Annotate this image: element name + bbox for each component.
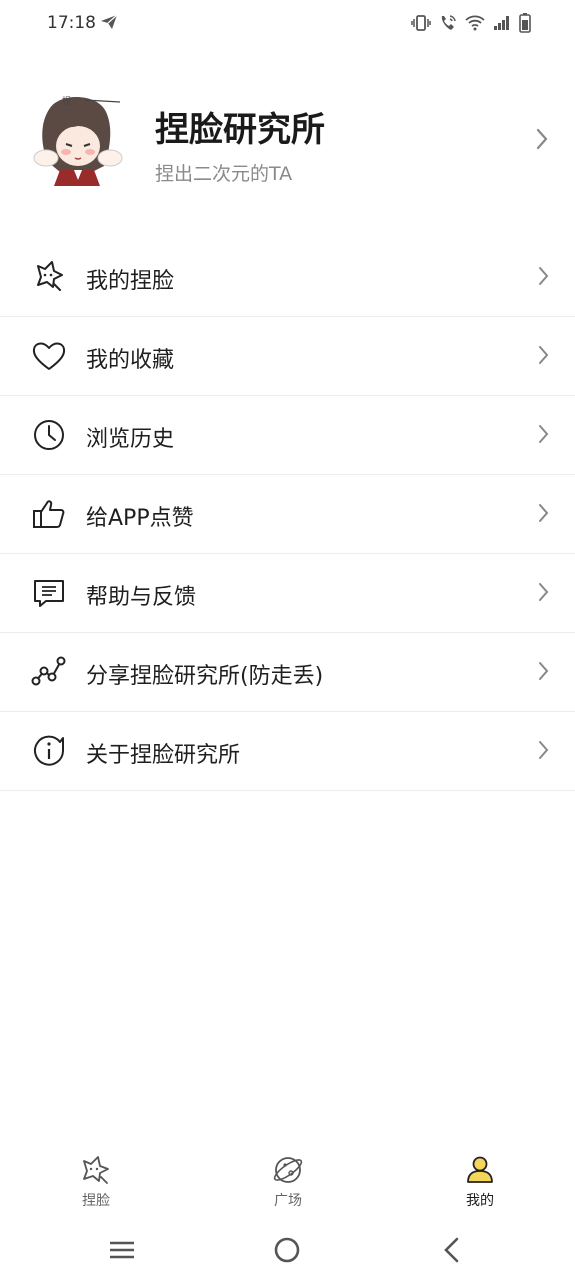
chevron-right-icon [537,266,549,290]
bottom-nav: 捏脸 广场 我的 [0,1148,575,1218]
battery-icon [519,13,531,33]
menu-item-label: 分享捏脸研究所(防走丢) [86,664,324,689]
menu-item-label: 浏览历史 [86,427,175,452]
status-icons [411,13,531,33]
heart-icon [30,337,68,375]
menu-item-favorites[interactable]: 我的收藏 [0,317,575,396]
status-time: 17:18 [47,13,96,33]
star-face-icon [36,1154,156,1186]
thumbs-up-icon [30,495,68,533]
chevron-right-icon [537,503,549,527]
profile-header[interactable]: 捏 捏脸研究所 捏出二次元的TA [0,80,575,205]
info-icon [30,732,68,770]
tab-label: 广场 [274,1193,302,1209]
chevron-right-icon [537,661,549,685]
clock-icon [30,416,68,454]
menu-item-label: 我的捏脸 [86,269,175,294]
avatar[interactable]: 捏 [30,88,125,188]
tab-label: 捏脸 [82,1193,110,1209]
menu-item-my-faces[interactable]: 我的捏脸 [0,238,575,317]
home-icon[interactable] [273,1236,301,1268]
menu-item-share[interactable]: 分享捏脸研究所(防走丢) [0,633,575,712]
menu-item-label: 给APP点赞 [86,506,194,531]
tab-faces[interactable]: 捏脸 [36,1148,156,1210]
menu-item-label: 帮助与反馈 [86,585,197,610]
chevron-right-icon [537,345,549,369]
avatar-caption: 捏 [62,95,71,107]
signal-icon [493,15,511,31]
menu-item-history[interactable]: 浏览历史 [0,396,575,475]
menu-item-feedback[interactable]: 帮助与反馈 [0,554,575,633]
share-icon [30,653,68,691]
planet-icon [228,1154,348,1186]
wifi-icon [465,15,485,31]
person-icon [420,1154,540,1186]
menu-item-label: 我的收藏 [86,348,175,373]
status-bar: 17:18 [0,0,575,48]
menu-item-about[interactable]: 关于捏脸研究所 [0,712,575,791]
profile-subtitle: 捏出二次元的TA [155,163,293,185]
tab-label: 我的 [466,1193,494,1209]
star-face-icon [30,258,68,296]
chevron-right-icon [537,582,549,606]
feedback-icon [30,574,68,612]
tab-plaza[interactable]: 广场 [228,1148,348,1210]
menu-list: 我的捏脸 我的收藏 浏览历史 给APP点赞 帮助与反馈 分享捏脸研究所(防走丢)… [0,238,575,791]
system-nav-bar [0,1226,575,1280]
tab-mine[interactable]: 我的 [420,1148,540,1210]
telegram-send-icon [100,14,118,34]
chevron-right-icon [535,128,549,154]
chevron-right-icon [537,740,549,764]
chevron-right-icon [537,424,549,448]
back-icon[interactable] [440,1236,464,1268]
menu-item-rate-app[interactable]: 给APP点赞 [0,475,575,554]
menu-icon[interactable] [108,1236,136,1268]
menu-item-label: 关于捏脸研究所 [86,743,241,768]
vibrate-icon [411,14,431,32]
profile-name: 捏脸研究所 [155,110,325,150]
wifi-call-icon [439,14,457,32]
